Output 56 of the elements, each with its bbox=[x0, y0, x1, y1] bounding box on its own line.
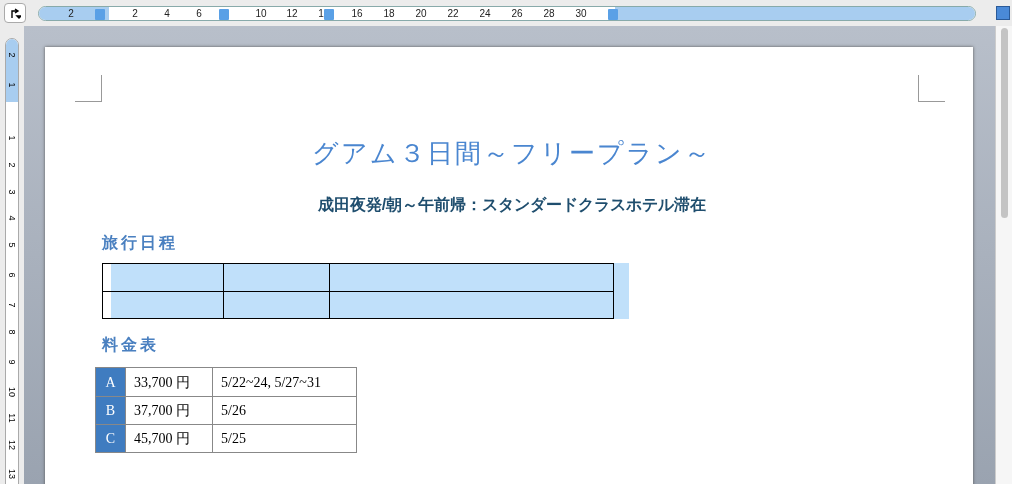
ruler-number: 11 bbox=[7, 412, 17, 424]
tab-stop-button[interactable] bbox=[4, 3, 26, 23]
margin-corner-mark bbox=[918, 75, 945, 102]
ruler-number: 2 bbox=[132, 6, 138, 20]
ruler-number: 8 bbox=[7, 328, 17, 337]
section-heading: 旅行日程 bbox=[102, 233, 179, 253]
table-cell: 37,700 円 bbox=[125, 397, 212, 424]
ruler-number: 18 bbox=[383, 6, 395, 20]
ruler-number: 2 bbox=[68, 6, 74, 20]
ruler-number: 30 bbox=[575, 6, 587, 20]
ruler-number: 6 bbox=[7, 271, 17, 280]
ruler-number: 4 bbox=[164, 6, 170, 20]
table-cell: C bbox=[96, 425, 125, 452]
tab-arrow-icon bbox=[9, 7, 21, 19]
ruler-number: 13 bbox=[7, 468, 17, 480]
document-title: グアム３日間～フリープラン～ bbox=[311, 137, 713, 170]
ruler-number: 5 bbox=[7, 241, 17, 250]
table-cell: B bbox=[96, 397, 125, 424]
table-cell: A bbox=[96, 368, 125, 396]
table-cell: 45,700 円 bbox=[125, 425, 212, 452]
ruler-number: 12 bbox=[286, 6, 298, 20]
document-subtitle: 成田夜発/朝～午前帰：スタンダードクラスホテル滞在 bbox=[316, 195, 708, 215]
ruler-number: 2 bbox=[7, 161, 17, 170]
ruler-number: 16 bbox=[351, 6, 363, 20]
indent-marker[interactable] bbox=[219, 8, 229, 20]
view-toggle-icon[interactable] bbox=[996, 6, 1010, 20]
ruler-number: 4 bbox=[7, 214, 17, 223]
ruler-number: 20 bbox=[415, 6, 427, 20]
ruler-number: 1 bbox=[7, 134, 17, 143]
indent-marker[interactable] bbox=[95, 8, 105, 20]
ruler-number: 3 bbox=[7, 188, 17, 197]
table-cell: 5/26 bbox=[212, 397, 356, 424]
table-cell: 5/22~24, 5/27~31 bbox=[212, 368, 356, 396]
ruler-number: 7 bbox=[7, 301, 17, 310]
ruler-number: 10 bbox=[7, 386, 17, 398]
vertical-scrollbar[interactable] bbox=[995, 26, 1012, 484]
ruler-number: 1 bbox=[318, 6, 324, 20]
horizontal-ruler[interactable]: 2 2 4 6 10 12 1 16 18 20 22 24 26 28 30 bbox=[38, 5, 976, 21]
ruler-number: 2 bbox=[7, 51, 17, 60]
ruler-number: 9 bbox=[7, 358, 17, 367]
indent-marker[interactable] bbox=[324, 8, 334, 20]
ruler-number: 12 bbox=[7, 439, 17, 451]
ruler-number: 1 bbox=[7, 81, 17, 90]
ruler-number: 6 bbox=[196, 6, 202, 20]
margin-corner-mark bbox=[75, 75, 102, 102]
ruler-number: 10 bbox=[255, 6, 267, 20]
vertical-ruler[interactable]: 2 1 1 2 3 4 5 6 7 8 9 10 11 12 13 bbox=[5, 38, 19, 484]
ruler-number: 22 bbox=[447, 6, 459, 20]
indent-marker[interactable] bbox=[608, 8, 618, 20]
scrollbar-thumb[interactable] bbox=[1000, 28, 1008, 218]
ruler-number: 26 bbox=[511, 6, 523, 20]
table-cell: 5/25 bbox=[212, 425, 356, 452]
ruler-number: 24 bbox=[479, 6, 491, 20]
section-heading: 料金表 bbox=[102, 335, 160, 355]
table-cell: 33,700 円 bbox=[125, 368, 212, 396]
ruler-number: 28 bbox=[543, 6, 555, 20]
